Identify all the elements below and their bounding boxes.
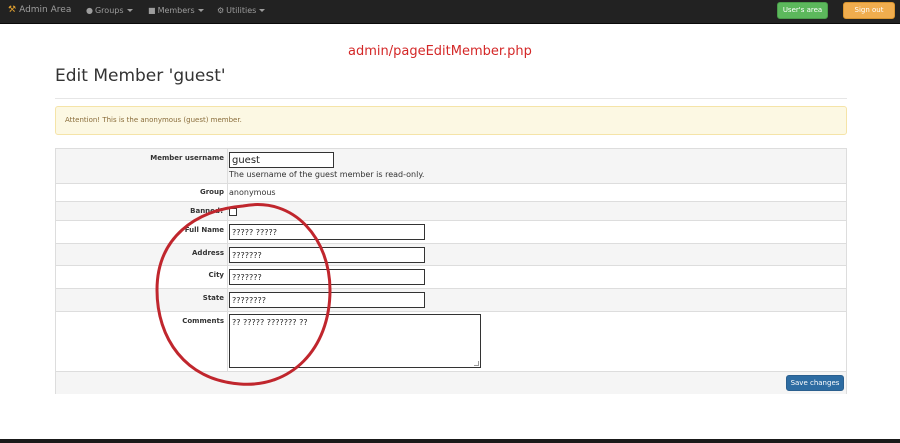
group-label: Group — [199, 188, 224, 196]
column-separator — [227, 266, 228, 288]
column-separator — [227, 289, 228, 311]
username-row: Member username guest The username of th… — [56, 149, 846, 184]
banned-label: Banned? — [190, 207, 224, 215]
top-navbar: ⚒ Admin Area ● Groups ■ Members ⚙ Utilities … — [0, 0, 900, 24]
column-separator — [227, 149, 228, 183]
caret-down-icon — [126, 9, 133, 12]
wrench-icon: ⚒ — [8, 5, 17, 15]
comments-row: Comments ?? ????? ??????? ?? — [56, 312, 846, 372]
caret-down-icon — [197, 9, 204, 12]
state-field[interactable]: ???????? — [229, 292, 425, 308]
user-icon: ■ — [148, 6, 156, 15]
nav-members-label: Members — [157, 6, 195, 15]
city-field[interactable]: ??????? — [229, 269, 425, 285]
url-caption: admin/pageEditMember.php — [348, 44, 532, 59]
state-label: State — [202, 294, 224, 302]
alert-text: Attention! This is the anonymous (guest)… — [65, 116, 242, 124]
full-name-row: Full Name ????? ????? — [56, 221, 846, 244]
state-row: State ???????? — [56, 289, 846, 312]
address-row: Address ??????? — [56, 244, 846, 266]
globe-icon: ● — [86, 6, 93, 15]
username-label: Member username — [150, 154, 224, 162]
gear-icon: ⚙ — [217, 6, 225, 15]
city-label: City — [208, 271, 224, 279]
save-changes-button[interactable]: Save changes — [786, 375, 844, 391]
comments-label: Comments — [182, 317, 224, 325]
address-field[interactable]: ??????? — [229, 247, 425, 263]
column-separator — [227, 244, 228, 265]
full-name-label: Full Name — [184, 226, 224, 234]
users-area-button[interactable]: User's area — [777, 2, 828, 19]
full-name-field[interactable]: ????? ????? — [229, 224, 425, 240]
username-hint: The username of the guest member is read… — [229, 170, 425, 179]
column-separator — [227, 184, 228, 201]
sign-out-button[interactable]: Sign out — [843, 2, 895, 19]
comments-textarea[interactable]: ?? ????? ??????? ?? — [229, 314, 481, 368]
form-footer — [56, 372, 846, 394]
group-value: anonymous — [229, 188, 276, 197]
window-bottom-edge — [0, 439, 900, 443]
page-title: Edit Member 'guest' — [55, 66, 226, 86]
banned-checkbox[interactable] — [229, 208, 237, 216]
nav-utilities-label: Utilities — [226, 6, 257, 15]
brand-link[interactable]: ⚒ Admin Area — [8, 5, 71, 15]
edit-member-form: Member username guest The username of th… — [55, 148, 847, 394]
nav-groups-menu[interactable]: ● Groups — [86, 6, 133, 15]
column-separator — [227, 221, 228, 243]
title-divider — [55, 98, 847, 99]
username-field[interactable]: guest — [229, 152, 334, 168]
nav-groups-label: Groups — [94, 6, 124, 15]
column-separator — [227, 312, 228, 371]
brand-label: Admin Area — [19, 5, 72, 15]
attention-alert: Attention! This is the anonymous (guest)… — [55, 106, 847, 135]
caret-down-icon — [259, 9, 266, 12]
column-separator — [227, 202, 228, 220]
address-label: Address — [192, 249, 224, 257]
group-row: Group anonymous — [56, 184, 846, 202]
comments-text: ?? ????? ??????? ?? — [232, 318, 308, 327]
city-row: City ??????? — [56, 266, 846, 289]
resize-grip-icon[interactable] — [474, 361, 479, 366]
nav-utilities-menu[interactable]: ⚙ Utilities — [217, 6, 266, 15]
banned-row: Banned? — [56, 202, 846, 221]
nav-members-menu[interactable]: ■ Members — [148, 6, 204, 15]
